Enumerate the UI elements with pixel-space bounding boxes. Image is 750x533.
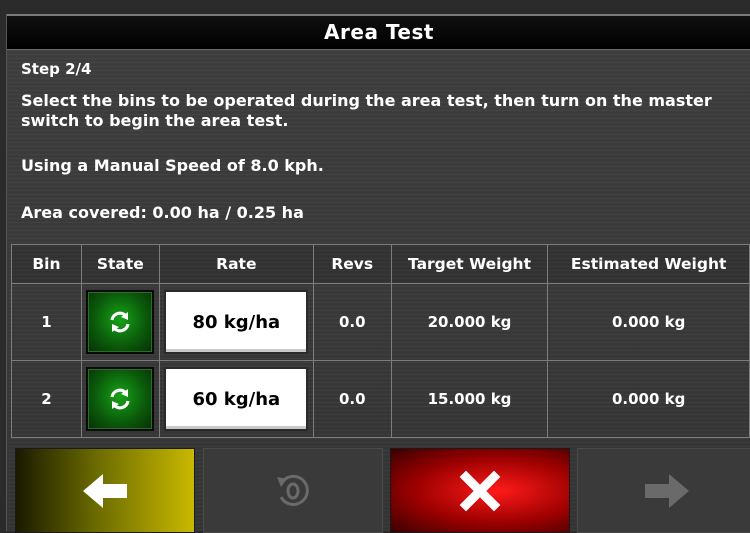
- bin-state-toggle[interactable]: [86, 367, 155, 431]
- next-button[interactable]: [577, 448, 750, 533]
- header-bin: Bin: [11, 244, 82, 284]
- header-estimated-weight: Estimated Weight: [547, 244, 750, 284]
- area-test-dialog: Area Test Step 2/4 Select the bins to be…: [6, 14, 750, 533]
- bin-number: 1: [11, 283, 82, 361]
- step-indicator: Step 2/4: [21, 60, 92, 78]
- target-weight-value: 15.000 kg: [390, 360, 549, 438]
- back-button[interactable]: [15, 448, 195, 533]
- refresh-icon: [110, 388, 130, 410]
- header-target-weight: Target Weight: [390, 244, 549, 284]
- arrow-right-icon: [645, 473, 689, 508]
- rate-field[interactable]: 60 kg/ha: [164, 367, 309, 431]
- estimated-weight-value: 0.000 kg: [547, 283, 750, 361]
- area-covered-info: Area covered: 0.00 ha / 0.25 ha: [21, 203, 304, 222]
- bin-state-toggle[interactable]: [86, 290, 155, 354]
- header-rate: Rate: [158, 244, 314, 284]
- target-weight-value: 20.000 kg: [390, 283, 549, 361]
- refresh-icon: [110, 311, 130, 333]
- revs-value: 0.0: [312, 360, 392, 438]
- instruction-text: Select the bins to be operated during th…: [21, 91, 712, 130]
- bins-table: Bin State Rate Revs Target Weight Estima…: [11, 244, 750, 438]
- cancel-button[interactable]: [390, 448, 570, 533]
- reset-button[interactable]: [203, 448, 383, 533]
- rate-field[interactable]: 80 kg/ha: [164, 290, 309, 354]
- header-state: State: [80, 244, 160, 284]
- table-row: 1 80 kg/ha 0.0 20.000 kg 0.000 kg: [11, 283, 750, 361]
- table-row: 2 60 kg/ha 0.0 15.000 kg 0.000 kg: [11, 360, 750, 438]
- arrow-left-icon: [83, 473, 127, 508]
- table-header-row: Bin State Rate Revs Target Weight Estima…: [11, 244, 750, 284]
- bin-number: 2: [11, 360, 82, 438]
- revs-value: 0.0: [312, 283, 392, 361]
- close-icon: [459, 470, 501, 511]
- navigation-bar: [11, 448, 750, 533]
- estimated-weight-value: 0.000 kg: [547, 360, 750, 438]
- reset-zero-icon: [277, 474, 309, 506]
- header-revs: Revs: [312, 244, 392, 284]
- dialog-title: Area Test: [7, 16, 750, 50]
- speed-info: Using a Manual Speed of 8.0 kph.: [21, 156, 324, 175]
